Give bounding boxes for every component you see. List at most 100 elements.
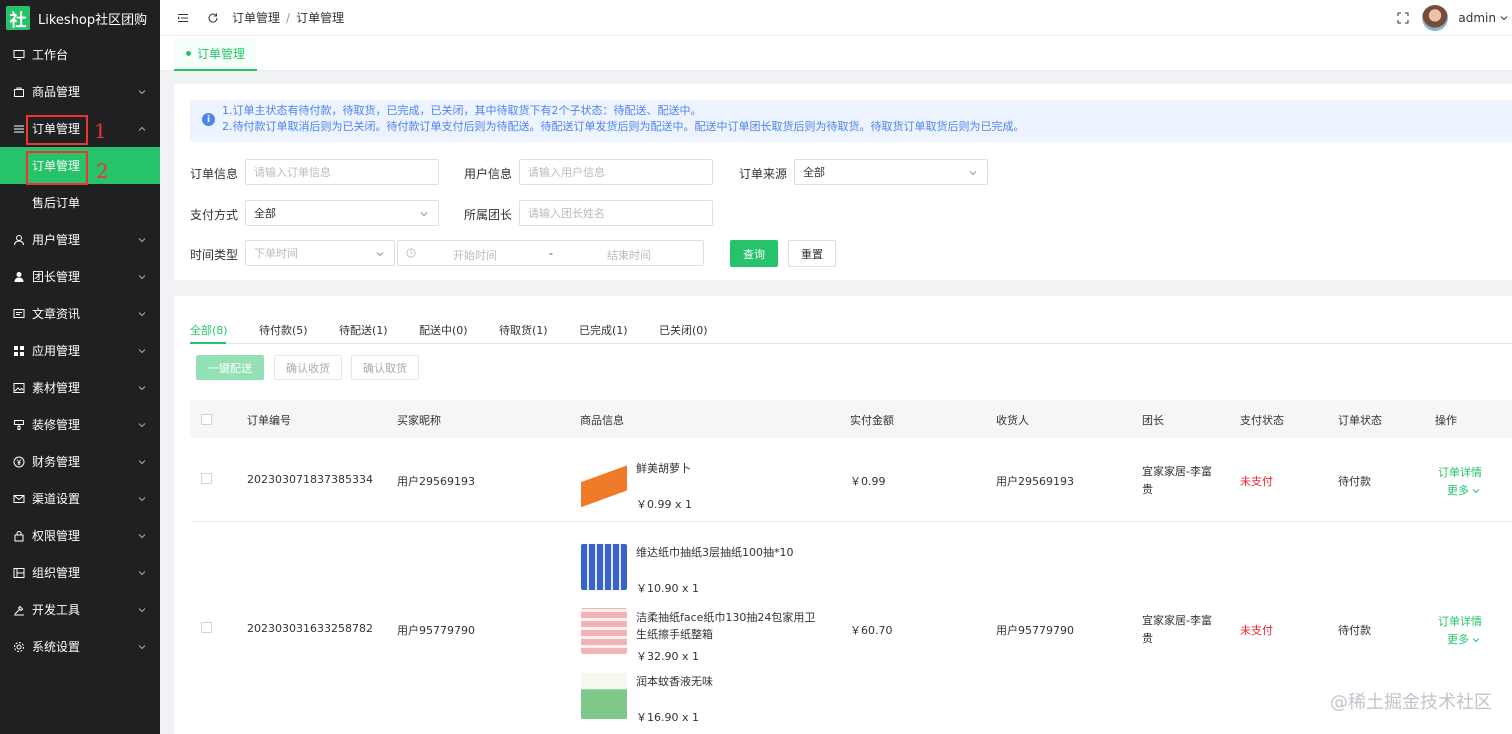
sidebar-item-articles[interactable]: 文章资讯 bbox=[0, 295, 160, 332]
reset-button[interactable]: 重置 bbox=[788, 240, 836, 267]
row-checkbox[interactable] bbox=[201, 473, 212, 484]
topbar: 订单管理 / 订单管理 admin bbox=[160, 0, 1512, 36]
time-type-select[interactable]: 下单时间 bbox=[245, 240, 395, 266]
select-all-checkbox[interactable] bbox=[201, 414, 212, 425]
tab-completed[interactable]: 已完成(1) bbox=[579, 322, 628, 338]
pay-method-label: 支付方式 bbox=[190, 208, 239, 222]
order-source-select[interactable]: 全部 bbox=[794, 159, 988, 185]
sidebar-item-label: 系统设置 bbox=[32, 640, 81, 654]
more-actions-dropdown[interactable]: 更多 bbox=[1447, 631, 1480, 647]
tab-all[interactable]: 全部(8) bbox=[190, 322, 228, 338]
product-name: 润本蚊香液无味 bbox=[636, 675, 713, 688]
order-detail-link[interactable]: 订单详情 bbox=[1438, 464, 1482, 480]
tab-pending-pickup[interactable]: 待取货(1) bbox=[499, 322, 548, 338]
chevron-down-icon bbox=[376, 252, 384, 257]
pay-method-select[interactable]: 全部 bbox=[245, 200, 439, 226]
start-time-input[interactable]: 开始时间 bbox=[453, 247, 497, 263]
annotation-box-1 bbox=[26, 115, 88, 145]
brand: 社 Likeshop社区团购 bbox=[0, 0, 160, 36]
chevron-down-icon bbox=[138, 607, 146, 612]
th-order-no: 订单编号 bbox=[247, 414, 291, 427]
gear-icon bbox=[12, 640, 26, 654]
sidebar-item-users[interactable]: 用户管理 bbox=[0, 221, 160, 258]
tab-label: 订单管理 bbox=[197, 47, 246, 61]
fullscreen-icon[interactable] bbox=[1396, 11, 1410, 25]
sidebar-subitem-label: 售后订单 bbox=[32, 196, 81, 210]
tab-order-management[interactable]: 订单管理 bbox=[174, 38, 258, 71]
sidebar-subitem-aftersale[interactable]: 售后订单 bbox=[0, 184, 160, 221]
chevron-down-icon bbox=[1472, 638, 1480, 643]
sidebar-item-decoration[interactable]: 装修管理 bbox=[0, 406, 160, 443]
product-price: ￥16.90 x 1 bbox=[636, 711, 699, 724]
menu-fold-icon[interactable] bbox=[176, 11, 190, 25]
confirm-receive-button[interactable]: 确认收货 bbox=[274, 355, 342, 380]
product-thumbnail bbox=[581, 608, 627, 654]
chevron-down-icon[interactable] bbox=[1500, 14, 1508, 22]
sidebar-item-finance[interactable]: 财务管理 bbox=[0, 443, 160, 480]
sidebar-item-permissions[interactable]: 权限管理 bbox=[0, 517, 160, 554]
chevron-down-icon bbox=[138, 496, 146, 501]
th-receiver: 收货人 bbox=[996, 414, 1029, 427]
end-time-input[interactable]: 结束时间 bbox=[607, 247, 651, 263]
sidebar-item-channels[interactable]: 渠道设置 bbox=[0, 480, 160, 517]
sidebar-item-workbench[interactable]: 工作台 bbox=[0, 36, 160, 73]
order-source-label: 订单来源 bbox=[739, 167, 788, 181]
sidebar-item-label: 装修管理 bbox=[32, 418, 81, 432]
sidebar-item-materials[interactable]: 素材管理 bbox=[0, 369, 160, 406]
sidebar-item-label: 素材管理 bbox=[32, 381, 81, 395]
annotation-label-1: 1 bbox=[94, 119, 107, 143]
product-name: 维达纸巾抽纸3层抽纸100抽*10 bbox=[636, 546, 794, 559]
order-info-input[interactable]: 请输入订单信息 bbox=[245, 159, 439, 185]
sidebar-item-label: 工作台 bbox=[32, 48, 69, 62]
sidebar-item-label: 文章资讯 bbox=[32, 307, 81, 321]
sidebar: 社 Likeshop社区团购 工作台 商品管理 订单管理 订单管理 售后订单 用… bbox=[0, 0, 160, 734]
user-info-input[interactable]: 请输入用户信息 bbox=[519, 159, 713, 185]
sidebar-item-devtools[interactable]: 开发工具 bbox=[0, 591, 160, 628]
product-name: 洁柔抽纸face纸巾130抽24包家用卫生纸擦手纸整箱 bbox=[636, 611, 816, 641]
query-button[interactable]: 查询 bbox=[730, 240, 778, 267]
tab-closed[interactable]: 已关闭(0) bbox=[659, 322, 708, 338]
bag-icon bbox=[12, 85, 26, 99]
range-separator: - bbox=[549, 247, 553, 260]
sidebar-item-label: 应用管理 bbox=[32, 344, 81, 358]
date-range-picker[interactable]: 开始时间 - 结束时间 bbox=[397, 240, 704, 266]
message-icon bbox=[12, 307, 26, 321]
chevron-down-icon bbox=[138, 644, 146, 649]
sidebar-item-leaders[interactable]: 团长管理 bbox=[0, 258, 160, 295]
orders-panel: 全部(8) 待付款(5) 待配送(1) 配送中(0) 待取货(1) 已完成(1)… bbox=[174, 296, 1512, 734]
sidebar-item-apps[interactable]: 应用管理 bbox=[0, 332, 160, 369]
notice-alert: i 1.订单主状态有待付款，待取货，已完成，已关闭，其中待取货下有2个子状态：待… bbox=[190, 100, 1512, 142]
refresh-icon[interactable] bbox=[206, 11, 220, 25]
watermark: @稀土掘金技术社区 bbox=[1330, 692, 1492, 713]
user-info-label: 用户信息 bbox=[464, 167, 513, 181]
tab-pending-payment[interactable]: 待付款(5) bbox=[259, 322, 308, 338]
tab-active-indicator bbox=[190, 342, 226, 344]
user-name[interactable]: admin bbox=[1458, 11, 1496, 25]
receiver-name: 用户95779790 bbox=[996, 624, 1074, 637]
order-info-label: 订单信息 bbox=[190, 167, 239, 181]
chevron-down-icon bbox=[138, 89, 146, 94]
leader-input[interactable]: 请输入团长姓名 bbox=[519, 200, 713, 226]
active-dot-icon bbox=[186, 51, 191, 56]
more-label: 更多 bbox=[1447, 633, 1469, 646]
more-actions-dropdown[interactable]: 更多 bbox=[1447, 482, 1480, 498]
sidebar-item-goods[interactable]: 商品管理 bbox=[0, 73, 160, 110]
row-checkbox[interactable] bbox=[201, 622, 212, 633]
product-price: ￥10.90 x 1 bbox=[636, 582, 699, 595]
sidebar-item-settings[interactable]: 系统设置 bbox=[0, 628, 160, 665]
chevron-up-icon bbox=[138, 126, 146, 131]
paid-amount: ￥0.99 bbox=[850, 475, 886, 488]
breadcrumb-item[interactable]: 订单管理 bbox=[232, 11, 280, 25]
list-icon bbox=[12, 122, 26, 136]
order-detail-link[interactable]: 订单详情 bbox=[1438, 613, 1482, 629]
th-amount: 实付金额 bbox=[850, 414, 894, 427]
grid-icon bbox=[12, 344, 26, 358]
avatar[interactable] bbox=[1422, 5, 1449, 31]
tab-delivering[interactable]: 配送中(0) bbox=[419, 322, 468, 338]
order-status: 待付款 bbox=[1338, 475, 1371, 488]
order-source-value: 全部 bbox=[803, 166, 825, 179]
tab-pending-delivery[interactable]: 待配送(1) bbox=[339, 322, 388, 338]
confirm-pickup-button[interactable]: 确认取货 bbox=[351, 355, 419, 380]
sidebar-item-organization[interactable]: 组织管理 bbox=[0, 554, 160, 591]
bulk-deliver-button[interactable]: 一键配送 bbox=[196, 355, 264, 380]
